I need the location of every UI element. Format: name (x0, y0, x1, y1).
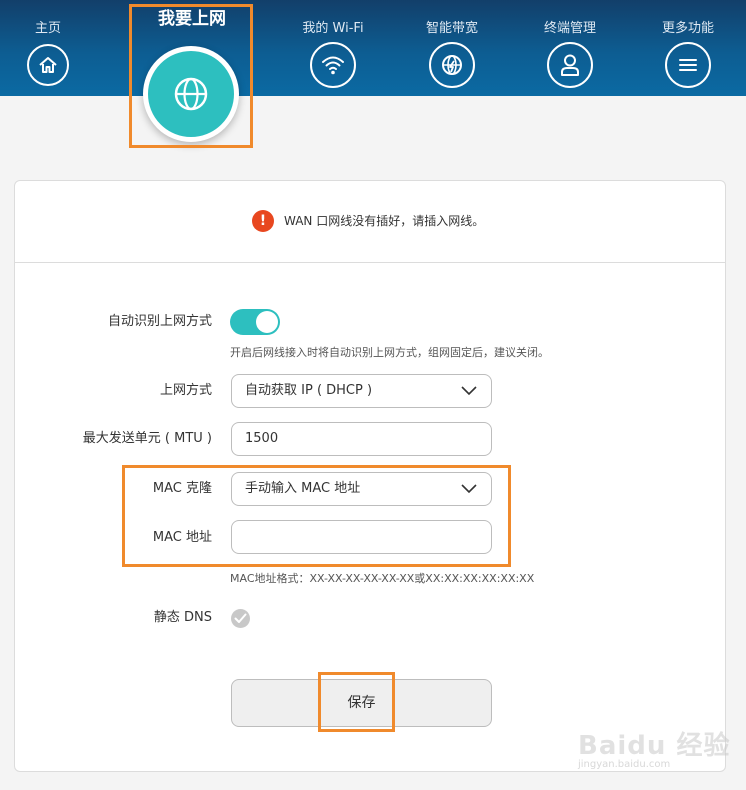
auto-detect-toggle[interactable] (230, 309, 280, 335)
auto-detect-hint: 开启后网线接入时将自动识别上网方式，组网固定后，建议关闭。 (230, 346, 549, 359)
user-icon[interactable] (547, 42, 593, 88)
mtu-input[interactable]: 1500 (231, 422, 492, 456)
connection-type-label: 上网方式 (159, 383, 212, 398)
static-dns-checkbox[interactable] (231, 609, 250, 628)
check-icon (234, 613, 247, 623)
auto-detect-label: 自动识别上网方式 (107, 314, 212, 329)
highlight-box-mac (122, 465, 511, 567)
nav-item-wifi[interactable]: 我的 Wi-Fi (288, 0, 378, 88)
nav-item-bandwidth[interactable]: 智能带宽 (407, 0, 497, 88)
connection-type-select[interactable]: 自动获取 IP ( DHCP ) (231, 374, 492, 408)
mtu-value: 1500 (245, 431, 279, 446)
baidu-watermark: Baidu 经验 jingyan.baidu.com (570, 705, 730, 775)
nav-label-more: 更多功能 (661, 21, 714, 36)
warning-text: WAN 口网线没有插好，请插入网线。 (284, 214, 485, 228)
mac-format-hint: MAC地址格式：XX-XX-XX-XX-XX-XX或XX:XX:XX:XX:XX… (230, 572, 535, 585)
nav-label-bandwidth: 智能带宽 (425, 21, 478, 36)
watermark-text: Baidu 经验 (578, 731, 731, 761)
nav-item-home[interactable]: 主页 (3, 0, 93, 86)
wifi-icon[interactable] (310, 42, 356, 88)
nav-label-devices: 终端管理 (543, 21, 596, 36)
highlight-box-internet (129, 4, 253, 148)
bandwidth-icon[interactable] (429, 42, 475, 88)
highlight-box-save (318, 672, 395, 732)
toggle-knob (256, 311, 278, 333)
static-dns-label: 静态 DNS (153, 610, 212, 625)
nav-item-more[interactable]: 更多功能 (643, 0, 733, 88)
nav-label-wifi: 我的 Wi-Fi (302, 21, 364, 36)
top-navigation: 主页 我的 Wi-Fi 智能带宽 终端管理 更多功能 (0, 0, 746, 96)
mtu-label: 最大发送单元 ( MTU ) (82, 431, 212, 446)
nav-label-home: 主页 (34, 21, 61, 36)
warning-banner: ! WAN 口网线没有插好，请插入网线。 (15, 181, 725, 263)
watermark-url: jingyan.baidu.com (578, 759, 671, 770)
home-icon[interactable] (27, 44, 69, 86)
nav-item-devices[interactable]: 终端管理 (525, 0, 615, 88)
chevron-down-icon (461, 386, 477, 396)
menu-icon[interactable] (665, 42, 711, 88)
connection-type-value: 自动获取 IP ( DHCP ) (245, 383, 373, 398)
exclamation-icon: ! (252, 210, 274, 232)
